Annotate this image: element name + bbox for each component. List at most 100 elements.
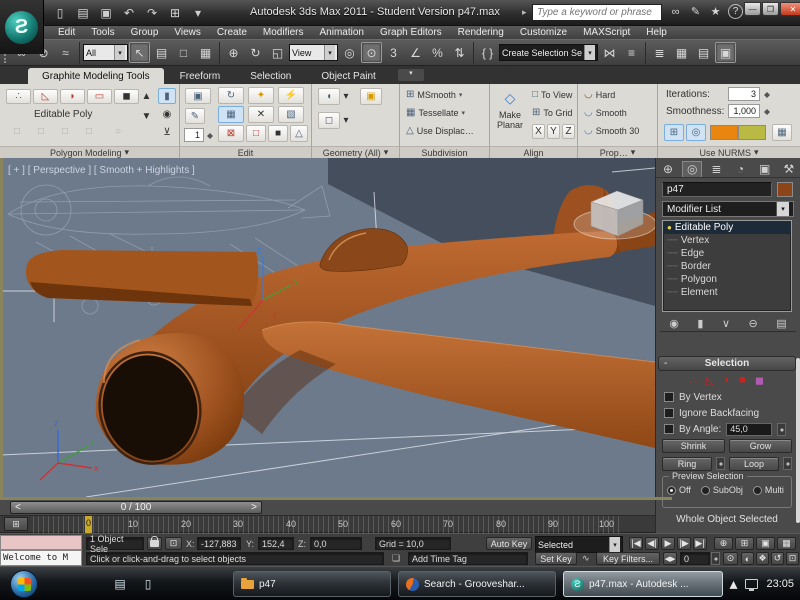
msmooth-button[interactable]: ⊞ MSmooth ▾ bbox=[406, 87, 462, 102]
auto-key-button[interactable]: Auto Key bbox=[486, 537, 532, 550]
iterations-field[interactable]: 3 bbox=[728, 87, 760, 101]
constrain-face-icon[interactable]: ■ bbox=[268, 125, 288, 142]
project-toolbar-icon[interactable]: ⊞ bbox=[165, 3, 185, 23]
by-angle-checkbox[interactable] bbox=[664, 424, 674, 434]
preview-multi-radio[interactable]: Multi bbox=[753, 485, 784, 495]
nurms-color-swatch-1[interactable] bbox=[710, 125, 738, 140]
help-icon[interactable]: ? bbox=[728, 4, 743, 19]
polygon-icon[interactable]: ■ bbox=[739, 374, 746, 386]
panel-footer-polygon-modeling[interactable]: Polygon Modeling▾ bbox=[0, 146, 180, 158]
maximize-viewport-button[interactable]: ⊡ bbox=[786, 552, 799, 565]
smooth-edges-button[interactable]: ◡ Smooth bbox=[584, 105, 627, 120]
loop-button[interactable]: Loop bbox=[729, 457, 779, 471]
stack-item-editable-poly[interactable]: ● Editable Poly bbox=[663, 221, 791, 234]
new-file-icon[interactable]: ▯ bbox=[50, 3, 70, 23]
qat-caret-icon[interactable]: ▾ bbox=[188, 3, 208, 23]
panel-footer-subdivision[interactable]: Subdivision bbox=[400, 146, 490, 158]
zoom-button[interactable]: ⊕ bbox=[714, 537, 733, 550]
rectangular-selection-region-button[interactable]: □ bbox=[173, 42, 194, 63]
smoothness-field[interactable]: 1,000 bbox=[728, 104, 760, 118]
y-coordinate-field[interactable]: 152,4 bbox=[258, 537, 294, 550]
align-x-button[interactable]: X bbox=[532, 124, 545, 139]
pin-stack-icon[interactable]: ◉ bbox=[158, 107, 176, 122]
select-and-manipulate-button[interactable]: ⊙ bbox=[361, 42, 382, 63]
go-to-end-button[interactable]: ▶| bbox=[693, 537, 707, 550]
key-filters-button[interactable]: Key Filters... bbox=[596, 552, 660, 565]
align-to-view-button[interactable]: □ To View bbox=[532, 87, 572, 102]
set-key-button[interactable]: Set Key bbox=[535, 552, 577, 565]
soft-selection-icon[interactable]: ○ bbox=[108, 124, 128, 139]
align-to-grid-button[interactable]: ⊞ To Grid bbox=[532, 105, 572, 120]
tab-freeform[interactable]: Freeform bbox=[166, 68, 235, 84]
zoom-extents-button[interactable]: ▣ bbox=[756, 537, 775, 550]
track-bar[interactable]: ⊞ 0 10 20 30 40 50 60 70 80 90 100 bbox=[0, 516, 655, 533]
chevron-down-icon[interactable]: ▾ bbox=[341, 90, 351, 103]
grow-button[interactable]: Grow bbox=[729, 439, 792, 453]
taskbar-button-3ds-max[interactable]: Ƨ p47.max - Autodesk ... bbox=[563, 571, 723, 597]
previous-frame-button[interactable]: ◀| bbox=[645, 537, 659, 550]
infocenter-search-input[interactable] bbox=[532, 4, 662, 21]
restore-button[interactable]: ❐ bbox=[762, 2, 779, 16]
time-slider-left-arrow[interactable]: < bbox=[15, 502, 21, 513]
modifier-list-dropdown[interactable]: Modifier List ▾ bbox=[662, 201, 794, 217]
by-angle-field[interactable]: 45,0 bbox=[726, 423, 772, 436]
quick-launch-icon-1[interactable]: ▤ bbox=[112, 576, 128, 592]
tab-create-icon[interactable]: ⊕ bbox=[658, 161, 678, 177]
window-crossing-button[interactable]: ▦ bbox=[195, 42, 216, 63]
tessellate-button[interactable]: ▦ Tessellate ▾ bbox=[406, 105, 465, 120]
redo-icon[interactable]: ↷ bbox=[142, 3, 162, 23]
pin-stack-icon[interactable]: ◉ bbox=[669, 317, 679, 330]
current-frame-marker[interactable]: 0 bbox=[85, 516, 92, 533]
default-in-out-tangents-icon[interactable]: ∿ bbox=[582, 552, 590, 565]
favorites-star-icon[interactable]: ★ bbox=[708, 5, 723, 18]
nurms-cage-icon[interactable]: ⊞ bbox=[664, 124, 684, 141]
paint-deform-icon[interactable]: ✦ bbox=[248, 87, 274, 104]
save-file-icon[interactable]: ▣ bbox=[96, 3, 116, 23]
preserve-uvs-icon[interactable]: ▣ bbox=[185, 88, 211, 104]
taskbar-button-p47-folder[interactable]: p47 bbox=[233, 571, 391, 597]
paint-connect-icon[interactable]: ▧ bbox=[278, 106, 304, 123]
menu-modifiers[interactable]: Modifiers bbox=[255, 27, 312, 38]
taskbar-button-firefox[interactable]: Search - Grooveshar... bbox=[398, 571, 556, 597]
remove-modifier-icon[interactable]: ⊖ bbox=[749, 317, 758, 330]
search-icon[interactable]: ∞ bbox=[668, 6, 683, 18]
key-mode-toggle-button[interactable]: ◀▶ bbox=[663, 552, 677, 565]
panel-footer-edit[interactable]: Edit bbox=[180, 146, 312, 158]
make-planar-button[interactable]: ◇ Make Planar bbox=[494, 90, 526, 138]
collapse-geometry-icon[interactable]: ▣ bbox=[360, 88, 382, 105]
use-displacement-button[interactable]: △ Use Displac… bbox=[406, 123, 474, 138]
repeat-count-spinner[interactable] bbox=[205, 128, 214, 142]
menu-tools[interactable]: Tools bbox=[83, 27, 122, 38]
command-panel-scrollbar[interactable] bbox=[796, 358, 800, 523]
preview-off-radio[interactable]: Off bbox=[667, 485, 691, 495]
maxscript-listener-pink[interactable] bbox=[0, 535, 82, 550]
next-frame-button[interactable]: |▶ bbox=[677, 537, 691, 550]
tray-expand-icon[interactable]: ▴ bbox=[729, 574, 737, 594]
iterations-spinner[interactable] bbox=[762, 87, 771, 101]
menu-animation[interactable]: Animation bbox=[311, 27, 371, 38]
stack-item-edge[interactable]: ┈┈Edge bbox=[663, 247, 791, 260]
hard-edges-button[interactable]: ◡ Hard bbox=[584, 87, 615, 102]
close-button[interactable]: ✕ bbox=[780, 2, 800, 16]
percent-snap-button[interactable]: % bbox=[427, 42, 448, 63]
spinner-snap-button[interactable]: ⇅ bbox=[449, 42, 470, 63]
z-coordinate-field[interactable]: 0,0 bbox=[310, 537, 362, 550]
select-and-move-button[interactable]: ⊕ bbox=[223, 42, 244, 63]
smoothness-spinner[interactable] bbox=[762, 104, 771, 118]
snap-toggle-3d-button[interactable]: 3 bbox=[383, 42, 404, 63]
tab-object-paint[interactable]: Object Paint bbox=[307, 68, 389, 84]
loop-spinner[interactable] bbox=[783, 457, 792, 470]
ignore-backfacing-checkbox[interactable] bbox=[664, 408, 674, 418]
menu-rendering[interactable]: Rendering bbox=[450, 27, 512, 38]
named-selection-set-dropdown[interactable]: Create Selection Se▾ bbox=[499, 44, 598, 61]
ring-button[interactable]: Ring bbox=[662, 457, 712, 471]
next-modifier-icon[interactable]: ▼ bbox=[138, 110, 155, 123]
stack-item-border[interactable]: ┈┈Border bbox=[663, 260, 791, 273]
convert-subobject-icon[interactable]: □ bbox=[54, 124, 76, 139]
shrink-button[interactable]: Shrink bbox=[662, 439, 725, 453]
panel-footer-properties[interactable]: Prop…▾ bbox=[578, 146, 658, 158]
nurms-color-swatch-2[interactable] bbox=[738, 125, 766, 140]
panel-footer-align[interactable]: Align bbox=[490, 146, 578, 158]
x-coordinate-field[interactable]: -127,883 bbox=[197, 537, 241, 550]
zoom-extents-all-button[interactable]: ▦ bbox=[777, 537, 796, 550]
